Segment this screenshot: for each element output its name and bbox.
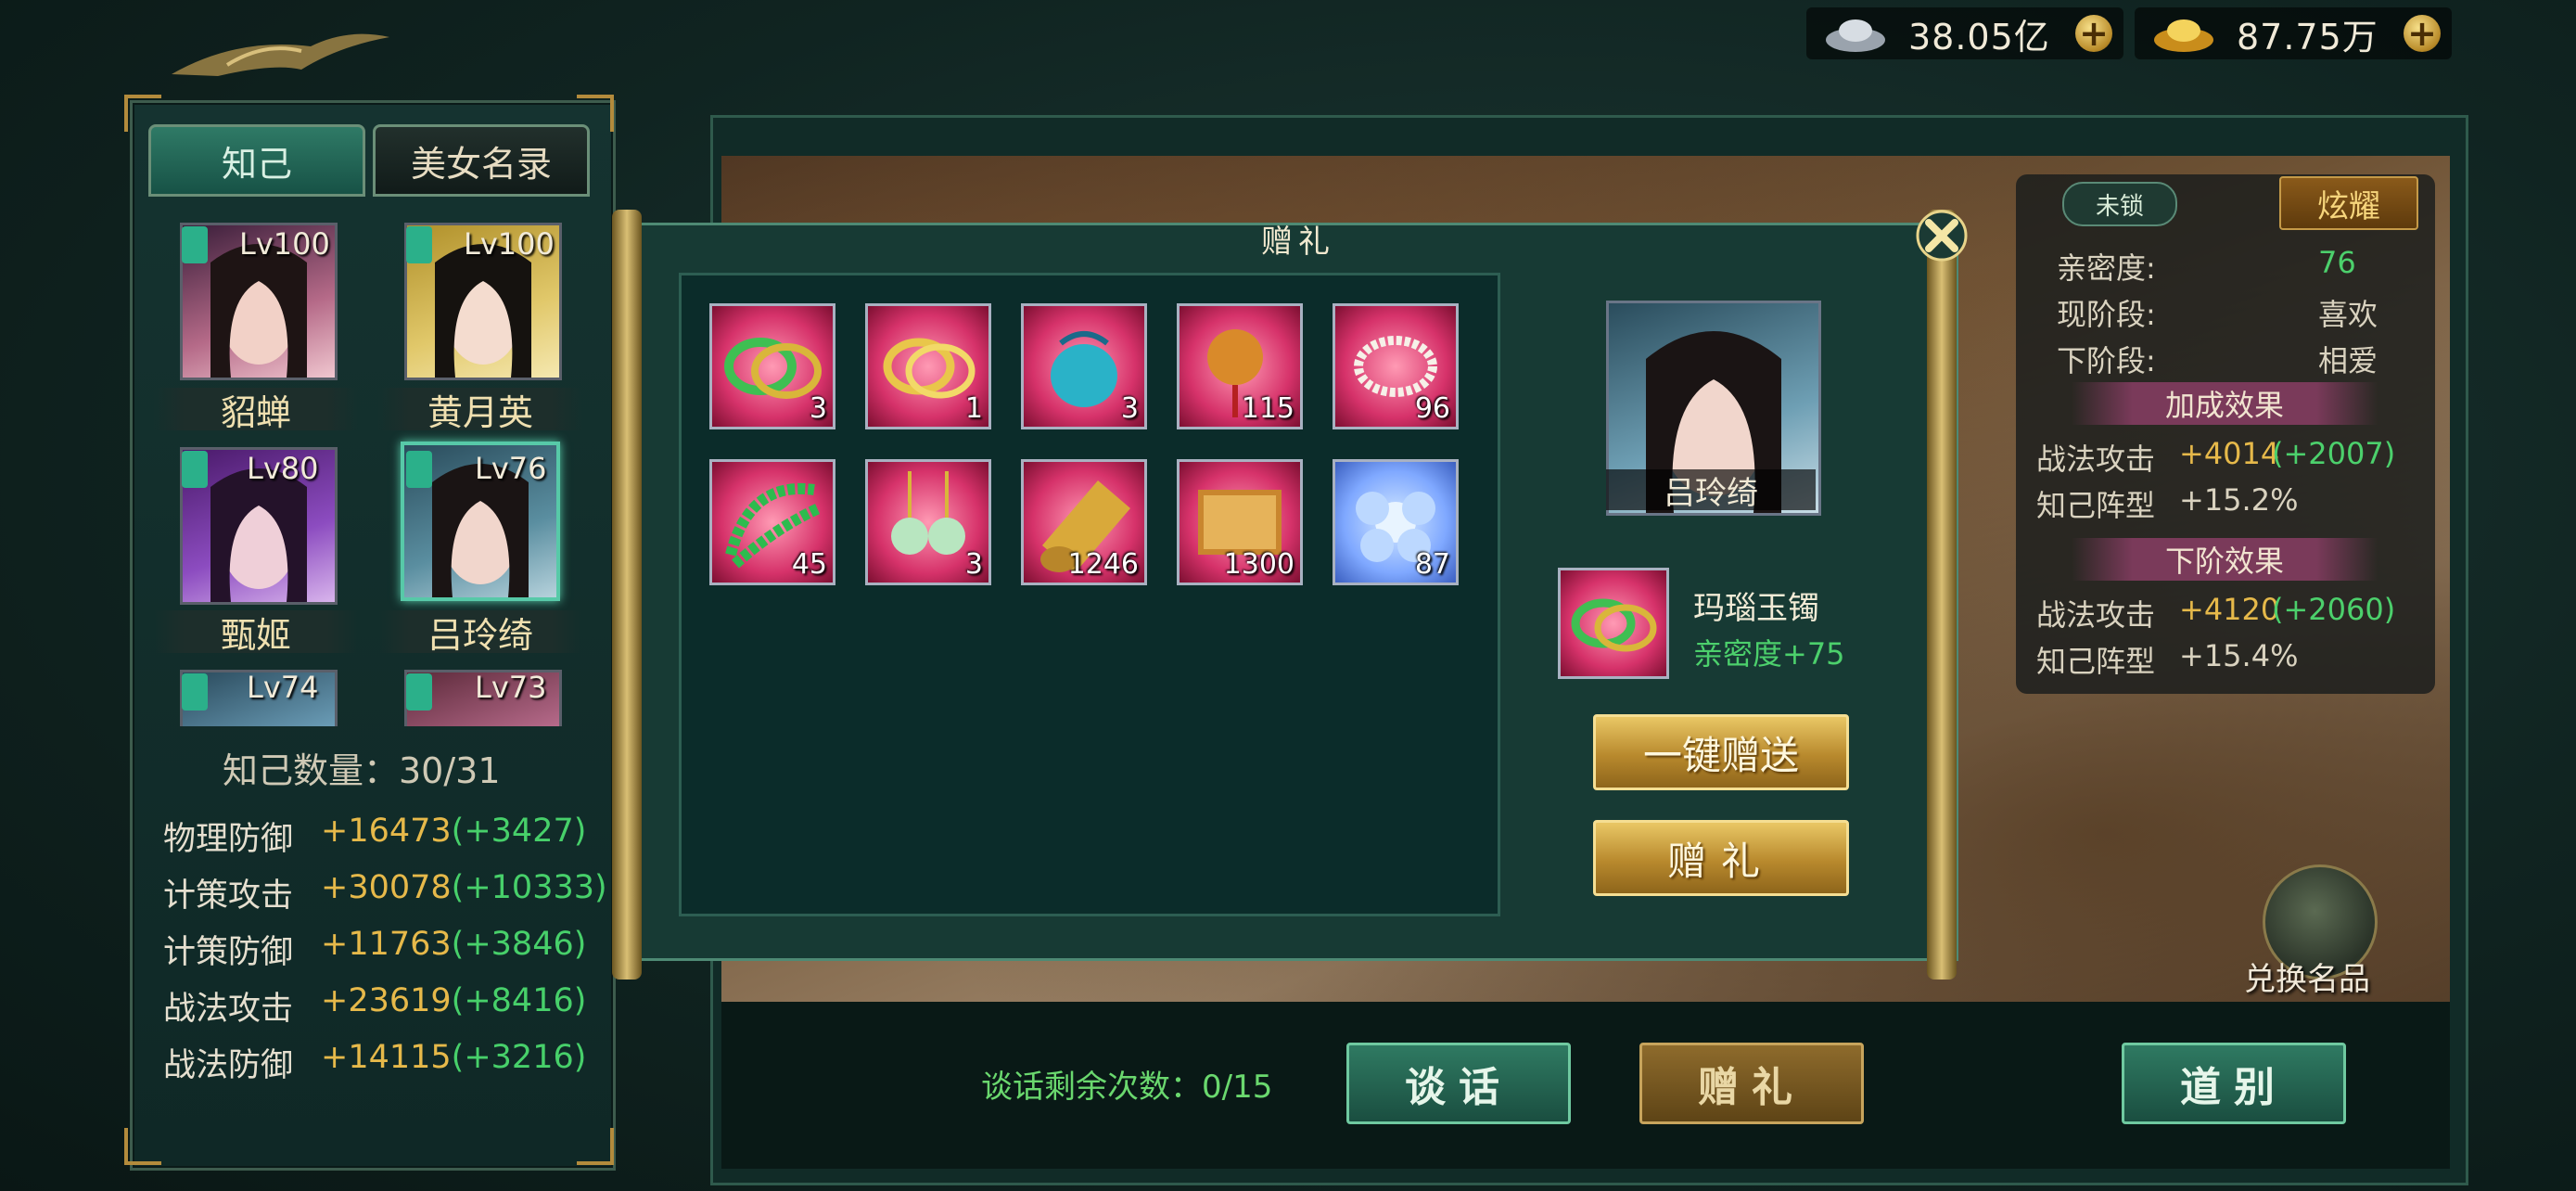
gift-item[interactable]: 3 <box>1021 303 1147 429</box>
confidant-name: 甄姬 <box>154 610 358 656</box>
dialog-title: 赠礼 <box>1261 223 1335 261</box>
bonus-stat-label: 战法攻击 <box>2036 442 2156 477</box>
heart-badge-icon <box>406 673 432 711</box>
next-stat-value: +4120 <box>2179 592 2280 627</box>
add-silver-button[interactable]: + <box>2075 15 2112 52</box>
confidant-name: 吕玲绮 <box>378 610 582 656</box>
gift-item[interactable]: 45 <box>709 459 835 585</box>
silver-amount: 38.05亿 <box>1908 16 2050 58</box>
panel-corner <box>124 1128 161 1165</box>
panel-corner <box>577 1128 614 1165</box>
heart-badge-icon <box>182 226 208 263</box>
close-icon[interactable] <box>1912 206 1971 265</box>
gift-item[interactable]: 96 <box>1333 303 1459 429</box>
gift-item[interactable]: 87 <box>1333 459 1459 585</box>
stat-row: 计策攻击 +30078 (+10333) <box>163 869 607 915</box>
talk-remaining: 谈话剩余次数：0/15 <box>981 1069 1273 1106</box>
next-stat-extra: (+2060) <box>2272 592 2396 627</box>
heart-badge-icon <box>406 226 432 263</box>
level-label: Lv73 <box>475 670 547 705</box>
flaunt-button[interactable]: 炫耀 <box>2279 176 2418 230</box>
stat-row: 战法攻击 +23619 (+8416) <box>163 982 587 1028</box>
bonus-stat-extra: (+2007) <box>2272 436 2396 471</box>
intimacy-label: 亲密度: <box>2057 250 2156 286</box>
next-stat-value: +15.4% <box>2179 638 2299 673</box>
selected-item-name: 玛瑙玉镯 <box>1693 590 1819 627</box>
bonus-stat-value: +15.2% <box>2179 482 2299 518</box>
gift-button[interactable]: 赠礼 <box>1593 820 1849 896</box>
current-stage-label: 现阶段: <box>2057 297 2156 332</box>
scroll-rod-right <box>1927 210 1957 980</box>
lock-toggle[interactable]: 未锁 <box>2062 182 2177 226</box>
next-stat-label: 战法攻击 <box>2036 597 2156 633</box>
next-stage-value: 相爱 <box>2318 343 2378 378</box>
confidant-count: 知己数量：30/31 <box>223 750 501 791</box>
one-key-gift-button[interactable]: 一键赠送 <box>1593 714 1849 790</box>
selected-gift-item <box>1558 568 1669 679</box>
bonus-stat-value: +4014 <box>2179 436 2280 471</box>
next-effect-heading: 下阶效果 <box>2072 538 2378 581</box>
gift-item[interactable]: 1300 <box>1177 459 1303 585</box>
next-stage-label: 下阶段: <box>2057 343 2156 378</box>
exchange-label[interactable]: 兑换名品 <box>2244 954 2370 999</box>
silver-currency: 38.05亿 + <box>1806 7 2123 59</box>
gift-item[interactable]: 1 <box>865 303 991 429</box>
tab-beauty-list[interactable]: 美女名录 <box>373 124 590 197</box>
confidant-name: 黄月英 <box>378 388 582 433</box>
bonus-stat-label: 知己阵型 <box>2036 488 2156 523</box>
current-stage-value: 喜欢 <box>2318 297 2378 332</box>
level-label: Lv80 <box>247 451 319 486</box>
gold-ingot-icon <box>2154 19 2213 52</box>
stat-row: 物理防御 +16473 (+3427) <box>163 813 587 858</box>
next-stat-label: 知己阵型 <box>2036 644 2156 679</box>
stat-row: 战法防御 +14115 (+3216) <box>163 1039 587 1084</box>
confidant-name: 貂蝉 <box>154 388 358 433</box>
selected-item-effect: 亲密度+75 <box>1693 636 1845 672</box>
heart-badge-icon <box>182 673 208 711</box>
target-name: 吕玲绮 <box>1606 469 1816 512</box>
gift-item[interactable]: 1246 <box>1021 459 1147 585</box>
add-gold-button[interactable]: + <box>2404 15 2441 52</box>
gift-item[interactable]: 3 <box>709 303 835 429</box>
gold-amount: 87.75万 <box>2237 16 2378 58</box>
level-label: Lv76 <box>475 451 547 486</box>
gift-item[interactable]: 115 <box>1177 303 1303 429</box>
back-wing-icon[interactable] <box>162 19 394 83</box>
gold-currency: 87.75万 + <box>2135 7 2452 59</box>
intimacy-value: 76 <box>2318 245 2356 280</box>
level-label: Lv100 <box>464 226 555 262</box>
gift-item-grid: 3 1 3 115 96 45 3 1246 1300 87 <box>679 273 1500 916</box>
bonus-effect-heading: 加成效果 <box>2072 382 2378 425</box>
farewell-button[interactable]: 道别 <box>2122 1043 2346 1124</box>
level-label: Lv100 <box>239 226 330 262</box>
scroll-rod-left <box>612 210 642 980</box>
gift-item[interactable]: 3 <box>865 459 991 585</box>
jade-bracelet-icon <box>1571 598 1657 652</box>
level-label: Lv74 <box>247 670 319 705</box>
silver-ingot-icon <box>1826 19 1885 52</box>
heart-badge-icon <box>182 451 208 488</box>
tab-confidants[interactable]: 知己 <box>148 124 365 197</box>
heart-badge-icon <box>406 451 432 488</box>
gift-tab-button[interactable]: 赠礼 <box>1639 1043 1864 1124</box>
stat-row: 计策防御 +11763 (+3846) <box>163 926 587 971</box>
talk-button[interactable]: 谈话 <box>1346 1043 1571 1124</box>
